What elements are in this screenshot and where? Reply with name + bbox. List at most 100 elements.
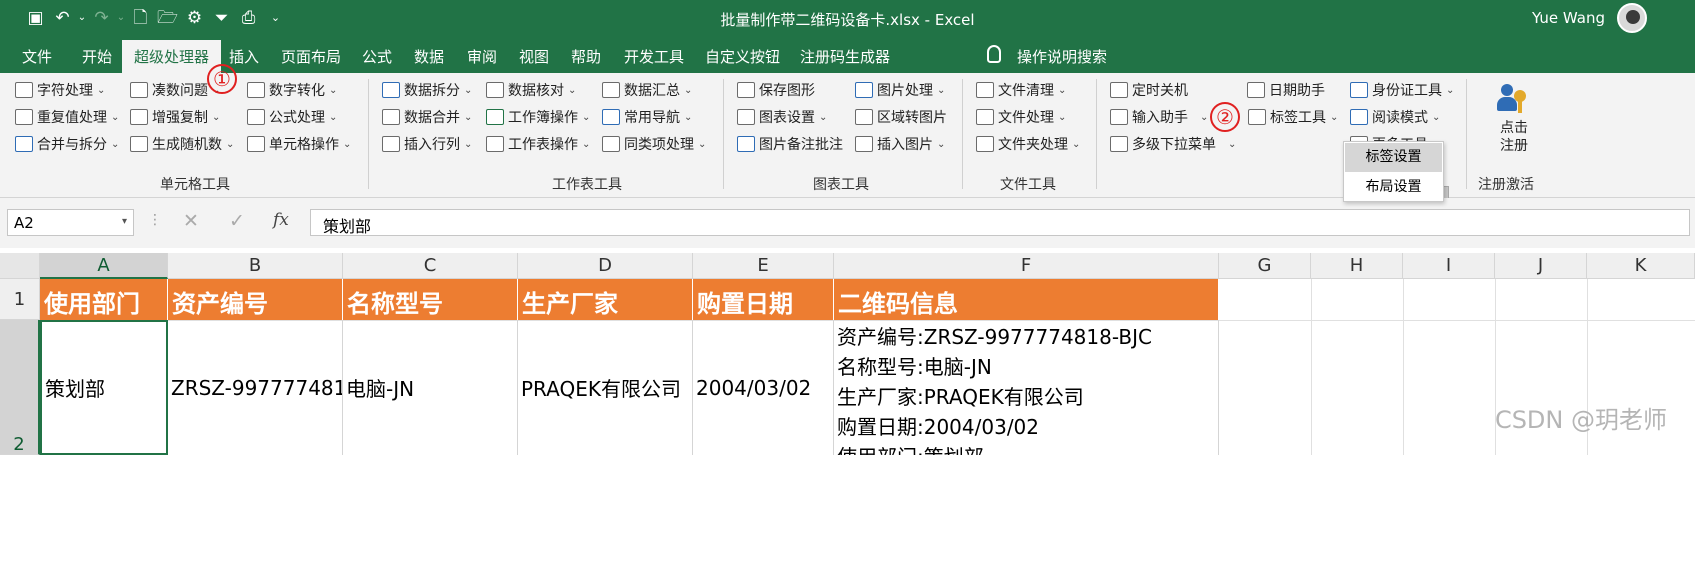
range-to-image-button[interactable]: 区域转图片 xyxy=(855,105,947,129)
folder-icon xyxy=(976,136,994,152)
input-helper-button[interactable]: 输入助手⌄ xyxy=(1110,105,1208,129)
column-header[interactable]: A xyxy=(40,253,168,279)
header-cell[interactable]: 购置日期 xyxy=(693,279,834,320)
qr-info-cell[interactable]: 资产编号:ZRSZ-9977774818-BJC 名称型号:电脑-JN 生产厂家… xyxy=(834,320,1219,455)
tab-insert[interactable]: 插入 xyxy=(229,46,259,67)
split-icon xyxy=(382,82,400,98)
image-comment-button[interactable]: 图片备注批注 xyxy=(737,132,843,156)
file-cleanup-button[interactable]: 文件清理⌄ xyxy=(976,78,1066,102)
column-header[interactable]: F xyxy=(834,253,1219,279)
column-header[interactable]: K xyxy=(1587,253,1695,279)
register-button[interactable]: 点击注册 xyxy=(1482,81,1546,169)
group-items-icon xyxy=(602,136,620,152)
number-convert-button[interactable]: 数字转化⌄ xyxy=(247,78,337,102)
title-bar: ▣ ↶ ⌄ ↷ ⌄ 🗋 🗁 ⚙ ⏷ ⎙ ⌄ 批量制作带二维码设备卡.xlsx -… xyxy=(0,0,1695,37)
data-merge-button[interactable]: 数据合并⌄ xyxy=(382,105,472,129)
insert-function-icon[interactable]: fx xyxy=(273,210,289,230)
range-image-icon xyxy=(855,109,873,125)
chevron-down-icon: ⌄ xyxy=(1200,112,1208,123)
header-cell[interactable]: 使用部门 xyxy=(40,279,168,320)
data-cell[interactable]: ZRSZ-9977774818-BJC xyxy=(168,320,343,455)
column-header[interactable]: G xyxy=(1219,253,1311,279)
folder-processing-button[interactable]: 文件夹处理⌄ xyxy=(976,132,1080,156)
column-header[interactable]: C xyxy=(343,253,518,279)
tag-tool-button[interactable]: 标签工具⌄ xyxy=(1248,105,1338,129)
workbook-operation-button[interactable]: 工作簿操作⌄ xyxy=(486,105,590,129)
data-cell[interactable]: PRAQEK有限公司 xyxy=(518,320,693,455)
group-label-file-tools: 文件工具 xyxy=(1000,174,1056,194)
header-cell[interactable]: 资产编号 xyxy=(168,279,343,320)
tab-data[interactable]: 数据 xyxy=(414,46,444,67)
formula-processing-button[interactable]: 公式处理⌄ xyxy=(247,105,337,129)
data-cell[interactable]: 2004/03/02 xyxy=(693,320,834,455)
tab-custom-buttons[interactable]: 自定义按钮 xyxy=(705,46,780,67)
tab-formulas[interactable]: 公式 xyxy=(362,46,392,67)
avatar[interactable] xyxy=(1617,3,1647,33)
id-card-tool-button[interactable]: 身份证工具⌄ xyxy=(1350,78,1454,102)
common-nav-button[interactable]: 常用导航⌄ xyxy=(602,105,692,129)
row-header[interactable]: 1 xyxy=(0,279,40,320)
confirm-icon[interactable]: ✓ xyxy=(229,210,245,232)
reading-mode-button[interactable]: 阅读模式⌄ xyxy=(1350,105,1440,129)
sheet-operation-button[interactable]: 工作表操作⌄ xyxy=(486,132,590,156)
name-box[interactable]: A2▾ xyxy=(7,209,134,236)
multilevel-dropdown-button[interactable]: 多级下拉菜单⌄ xyxy=(1110,132,1236,156)
chevron-down-icon: ⌄ xyxy=(1446,85,1454,96)
chevron-down-icon: ⌄ xyxy=(937,139,945,150)
tab-super-processor[interactable]: 超级处理器 xyxy=(122,40,221,73)
column-header[interactable]: E xyxy=(693,253,834,279)
header-cell[interactable]: 生产厂家 xyxy=(518,279,693,320)
chevron-down-icon: ⌄ xyxy=(698,139,706,150)
select-all-corner[interactable] xyxy=(0,253,40,279)
menu-item-tag-settings[interactable]: 标签设置 xyxy=(1345,143,1442,172)
column-header[interactable]: D xyxy=(518,253,693,279)
qr-info-line: 名称型号:电脑-JN xyxy=(837,352,1215,382)
group-separator xyxy=(1096,79,1097,189)
header-cell[interactable]: 二维码信息 xyxy=(834,279,1219,320)
formula-input[interactable]: 策划部 xyxy=(310,209,1690,236)
menu-item-layout-settings[interactable]: 布局设置 xyxy=(1344,173,1443,202)
image-processing-button[interactable]: 图片处理⌄ xyxy=(855,78,945,102)
insert-image-button[interactable]: 插入图片⌄ xyxy=(855,132,945,156)
column-header[interactable]: B xyxy=(168,253,343,279)
selected-cell-a2[interactable]: 策划部 xyxy=(40,320,168,455)
same-items-button[interactable]: 同类项处理⌄ xyxy=(602,132,706,156)
tab-view[interactable]: 视图 xyxy=(519,46,549,67)
tab-home[interactable]: 开始 xyxy=(82,46,112,67)
row-header[interactable]: 2 xyxy=(0,320,40,455)
tab-developer[interactable]: 开发工具 xyxy=(624,46,684,67)
tab-page-layout[interactable]: 页面布局 xyxy=(281,46,341,67)
column-header[interactable]: I xyxy=(1403,253,1495,279)
insert-rows-cols-button[interactable]: 插入行列⌄ xyxy=(382,132,472,156)
duplicate-handling-button[interactable]: 重复值处理⌄ xyxy=(15,105,119,129)
save-shape-button[interactable]: 保存图形 xyxy=(737,78,815,102)
merge-split-button[interactable]: 合并与拆分⌄ xyxy=(15,132,119,156)
data-summary-button[interactable]: 数据汇总⌄ xyxy=(602,78,692,102)
column-header[interactable]: H xyxy=(1311,253,1403,279)
user-name[interactable]: Yue Wang xyxy=(1532,9,1605,27)
cell-operation-button[interactable]: 单元格操作⌄ xyxy=(247,132,351,156)
header-cell[interactable]: 名称型号 xyxy=(343,279,518,320)
enhanced-copy-button[interactable]: 增强复制⌄ xyxy=(130,105,220,129)
file-processing-button[interactable]: 文件处理⌄ xyxy=(976,105,1066,129)
tab-review[interactable]: 审阅 xyxy=(467,46,497,67)
data-cell[interactable]: 电脑-JN xyxy=(343,320,518,455)
cancel-icon[interactable]: ✕ xyxy=(183,210,199,232)
data-check-button[interactable]: 数据核对⌄ xyxy=(486,78,576,102)
data-split-button[interactable]: 数据拆分⌄ xyxy=(382,78,472,102)
tell-me-search[interactable]: 操作说明搜索 xyxy=(1017,46,1107,67)
char-processing-button[interactable]: 字符处理⌄ xyxy=(15,78,105,102)
chevron-down-icon: ▾ xyxy=(122,216,127,227)
summary-icon xyxy=(602,82,620,98)
chart-settings-button[interactable]: 图表设置⌄ xyxy=(737,105,827,129)
tab-help[interactable]: 帮助 xyxy=(571,46,601,67)
tab-file[interactable]: 文件 xyxy=(22,46,52,67)
chevron-down-icon: ⌄ xyxy=(684,112,692,123)
column-header[interactable]: J xyxy=(1495,253,1587,279)
random-number-button[interactable]: 生成随机数⌄ xyxy=(130,132,234,156)
tag-tool-menu: 标签设置 布局设置 xyxy=(1343,141,1444,202)
tab-regcode-generator[interactable]: 注册码生成器 xyxy=(800,46,890,67)
chevron-down-icon: ⌄ xyxy=(226,139,234,150)
timed-shutdown-button[interactable]: 定时关机 xyxy=(1110,78,1188,102)
date-helper-button[interactable]: 日期助手 xyxy=(1247,78,1325,102)
